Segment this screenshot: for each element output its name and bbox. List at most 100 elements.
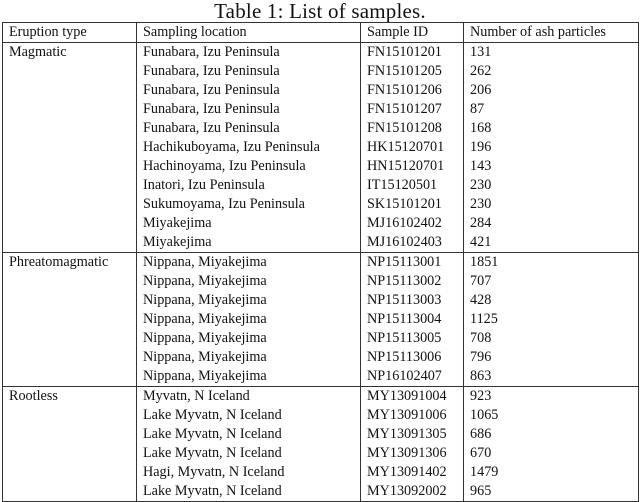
ash-count-cell: 1851: [463, 252, 639, 272]
eruption-type-cell: Rootless: [2, 386, 137, 406]
eruption-type-cell: [2, 367, 137, 387]
ash-count-cell: 686: [463, 425, 639, 444]
eruption-type-cell: [2, 176, 137, 195]
table-row: Nippana, Miyakejima NP15113005 708: [2, 329, 639, 348]
location-cell: Nippana, Miyakejima: [136, 291, 361, 310]
ash-count-cell: 923: [463, 386, 639, 406]
sample-id-cell: MY13091402: [360, 463, 464, 482]
eruption-type-cell: [2, 214, 137, 233]
location-cell: Funabara, Izu Peninsula: [136, 42, 361, 62]
eruption-type-cell: [2, 482, 137, 502]
ash-count-cell: 421: [463, 233, 639, 253]
ash-count-cell: 708: [463, 329, 639, 348]
sample-id-cell: MY13091006: [360, 406, 464, 425]
table-row: Hachinoyama, Izu Peninsula HN15120701 143: [2, 157, 639, 176]
sample-id-cell: MY13091306: [360, 444, 464, 463]
eruption-type-cell: [2, 119, 137, 138]
sample-id-cell: MY13091004: [360, 386, 464, 406]
eruption-type-cell: [2, 329, 137, 348]
eruption-type-cell: [2, 291, 137, 310]
location-cell: Funabara, Izu Peninsula: [136, 62, 361, 81]
sample-id-cell: IT15120501: [360, 176, 464, 195]
sample-id-cell: MJ16102403: [360, 233, 464, 253]
header-row: Eruption type Sampling location Sample I…: [2, 22, 639, 43]
location-cell: Nippana, Miyakejima: [136, 348, 361, 367]
ash-count-cell: 168: [463, 119, 639, 138]
sample-id-cell: FN15101205: [360, 62, 464, 81]
ash-count-cell: 230: [463, 176, 639, 195]
sample-id-cell: NP16102407: [360, 367, 464, 387]
group-magmatic: Magmatic Funabara, Izu Peninsula FN1510120…: [2, 42, 639, 253]
location-cell: Lake Myvatn, N Iceland: [136, 482, 361, 502]
location-cell: Hachinoyama, Izu Peninsula: [136, 157, 361, 176]
location-cell: Lake Myvatn, N Iceland: [136, 425, 361, 444]
ash-count-cell: 87: [463, 100, 639, 119]
sample-id-cell: NP15113002: [360, 272, 464, 291]
eruption-type-cell: [2, 100, 137, 119]
table-row: Nippana, Miyakejima NP16102407 863: [2, 367, 639, 387]
ash-count-cell: 131: [463, 42, 639, 62]
ash-count-cell: 262: [463, 62, 639, 81]
header-sample-id: Sample ID: [360, 22, 464, 43]
location-cell: Funabara, Izu Peninsula: [136, 119, 361, 138]
eruption-type-cell: [2, 444, 137, 463]
sample-id-cell: MY13091305: [360, 425, 464, 444]
ash-count-cell: 143: [463, 157, 639, 176]
ash-count-cell: 428: [463, 291, 639, 310]
header-sampling-location: Sampling location: [136, 22, 361, 43]
ash-count-cell: 284: [463, 214, 639, 233]
sample-id-cell: MJ16102402: [360, 214, 464, 233]
group-phreatomagmatic: Phreatomagmatic Nippana, Miyakejima NP1511…: [2, 252, 639, 387]
table-row: Nippana, Miyakejima NP15113002 707: [2, 272, 639, 291]
sample-id-cell: HN15120701: [360, 157, 464, 176]
sample-id-cell: NP15113005: [360, 329, 464, 348]
table-row: Rootless Myvatn, N Iceland MY13091004 923: [2, 386, 639, 406]
location-cell: Nippana, Miyakejima: [136, 367, 361, 387]
table-row: Magmatic Funabara, Izu Peninsula FN1510120…: [2, 42, 639, 62]
sample-id-cell: NP15113006: [360, 348, 464, 367]
ash-count-cell: 206: [463, 81, 639, 100]
table-row: Nippana, Miyakejima NP15113006 796: [2, 348, 639, 367]
header-eruption-type: Eruption type: [2, 22, 137, 43]
ash-count-cell: 670: [463, 444, 639, 463]
eruption-type-cell: Magmatic: [2, 42, 137, 62]
table-row: Lake Myvatn, N Iceland MY13091305 686: [2, 425, 639, 444]
table-row: Miyakejima MJ16102402 284: [2, 214, 639, 233]
sample-id-cell: NP15113001: [360, 252, 464, 272]
table-row: Nippana, Miyakejima NP15113004 1125: [2, 310, 639, 329]
eruption-type-cell: [2, 138, 137, 157]
table-row: Funabara, Izu Peninsula FN15101205 262: [2, 62, 639, 81]
ash-count-cell: 1065: [463, 406, 639, 425]
table-row: Hachikuboyama, Izu Peninsula HK15120701 19…: [2, 138, 639, 157]
location-cell: Sukumoyama, Izu Peninsula: [136, 195, 361, 214]
table-row: Funabara, Izu Peninsula FN15101207 87: [2, 100, 639, 119]
eruption-type-cell: [2, 62, 137, 81]
table-row: Lake Myvatn, N Iceland MY13092002 965: [2, 482, 639, 502]
sample-id-cell: NP15113003: [360, 291, 464, 310]
eruption-type-cell: [2, 81, 137, 100]
table-row: Lake Myvatn, N Iceland MY13091006 1065: [2, 406, 639, 425]
location-cell: Nippana, Miyakejima: [136, 310, 361, 329]
table-row: Miyakejima MJ16102403 421: [2, 233, 639, 253]
ash-count-cell: 965: [463, 482, 639, 502]
location-cell: Nippana, Miyakejima: [136, 252, 361, 272]
sample-id-cell: NP15113004: [360, 310, 464, 329]
location-cell: Funabara, Izu Peninsula: [136, 81, 361, 100]
table-row: Nippana, Miyakejima NP15113003 428: [2, 291, 639, 310]
eruption-type-cell: [2, 348, 137, 367]
samples-table: Eruption type Sampling location Sample I…: [2, 22, 639, 502]
ash-count-cell: 1125: [463, 310, 639, 329]
location-cell: Miyakejima: [136, 214, 361, 233]
sample-id-cell: FN15101207: [360, 100, 464, 119]
sample-id-cell: FN15101208: [360, 119, 464, 138]
eruption-type-cell: [2, 157, 137, 176]
ash-count-cell: 707: [463, 272, 639, 291]
location-cell: Nippana, Miyakejima: [136, 272, 361, 291]
ash-count-cell: 1479: [463, 463, 639, 482]
table-caption: Table 1: List of samples.: [214, 0, 426, 23]
table-row: Sukumoyama, Izu Peninsula SK15101201 230: [2, 195, 639, 214]
ash-count-cell: 230: [463, 195, 639, 214]
table-row: Phreatomagmatic Nippana, Miyakejima NP1511…: [2, 252, 639, 272]
sample-id-cell: FN15101201: [360, 42, 464, 62]
eruption-type-cell: [2, 425, 137, 444]
